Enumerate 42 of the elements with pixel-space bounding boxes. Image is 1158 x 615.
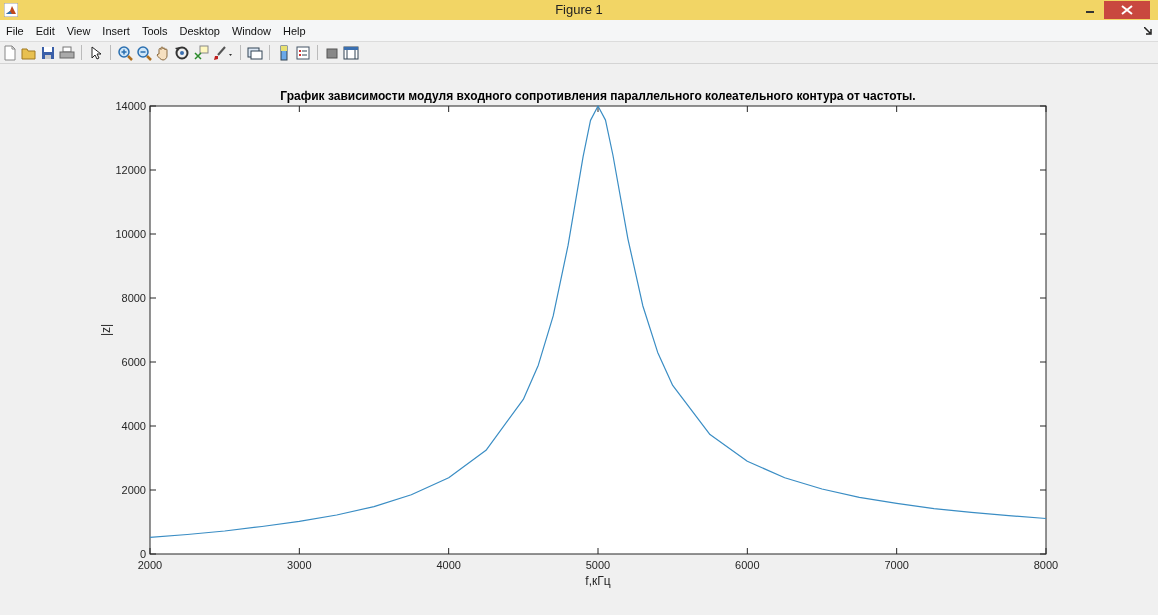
menu-item[interactable]: File bbox=[0, 24, 30, 37]
save-icon[interactable] bbox=[40, 44, 56, 61]
menu-item[interactable]: Edit bbox=[29, 24, 61, 37]
menu-item[interactable]: Insert bbox=[96, 24, 136, 37]
rotate-icon[interactable] bbox=[174, 44, 190, 61]
menu-item[interactable]: Window bbox=[225, 24, 278, 37]
x-tick-label: 7000 bbox=[884, 559, 909, 571]
menu-item[interactable]: View bbox=[60, 24, 97, 37]
app-logo-icon[interactable] bbox=[4, 3, 18, 17]
menu-item[interactable]: Help bbox=[277, 24, 312, 37]
legend-icon[interactable] bbox=[295, 44, 311, 61]
x-tick-label: 5000 bbox=[585, 559, 611, 571]
menu-item[interactable]: Desktop bbox=[173, 24, 226, 37]
data-cursor-icon[interactable] bbox=[193, 44, 209, 61]
zoom-out-icon[interactable] bbox=[136, 44, 152, 61]
zoom-in-icon[interactable] bbox=[117, 44, 133, 61]
x-tick-label: 4000 bbox=[436, 559, 461, 571]
x-tick-label: 8000 bbox=[1033, 559, 1059, 571]
print-icon[interactable] bbox=[59, 44, 75, 61]
close-icon bbox=[1120, 5, 1134, 15]
y-tick-label: 4000 bbox=[121, 420, 146, 432]
y-tick-label: 6000 bbox=[121, 356, 146, 368]
link-plot-icon[interactable] bbox=[247, 44, 263, 61]
y-tick-label: 8000 bbox=[121, 292, 146, 304]
y-tick-label: 12000 bbox=[115, 164, 146, 176]
x-tick-label: 2000 bbox=[137, 559, 163, 571]
x-axis-label: f,кГц bbox=[585, 574, 611, 588]
x-tick-label: 3000 bbox=[287, 559, 312, 571]
y-tick-label: 14000 bbox=[115, 100, 146, 112]
close-button[interactable] bbox=[1104, 1, 1150, 19]
show-plot-tools-icon[interactable] bbox=[343, 44, 359, 61]
pointer-icon[interactable] bbox=[88, 44, 104, 61]
menu-item[interactable]: Tools bbox=[135, 24, 174, 37]
brush-icon[interactable] bbox=[212, 44, 234, 61]
dock-arrow-icon[interactable] bbox=[1144, 26, 1152, 35]
y-axis-label: |z| bbox=[99, 323, 113, 337]
y-tick-label: 10000 bbox=[115, 228, 146, 240]
window-title: Figure 1 bbox=[555, 2, 603, 17]
chart-title: График зависимости модуля входного сопротивления параллельного колеательного контура от частоты. bbox=[280, 89, 916, 103]
y-tick-label: 2000 bbox=[121, 484, 146, 496]
y-tick-label: 0 bbox=[139, 548, 146, 560]
x-tick-label: 6000 bbox=[735, 559, 760, 571]
